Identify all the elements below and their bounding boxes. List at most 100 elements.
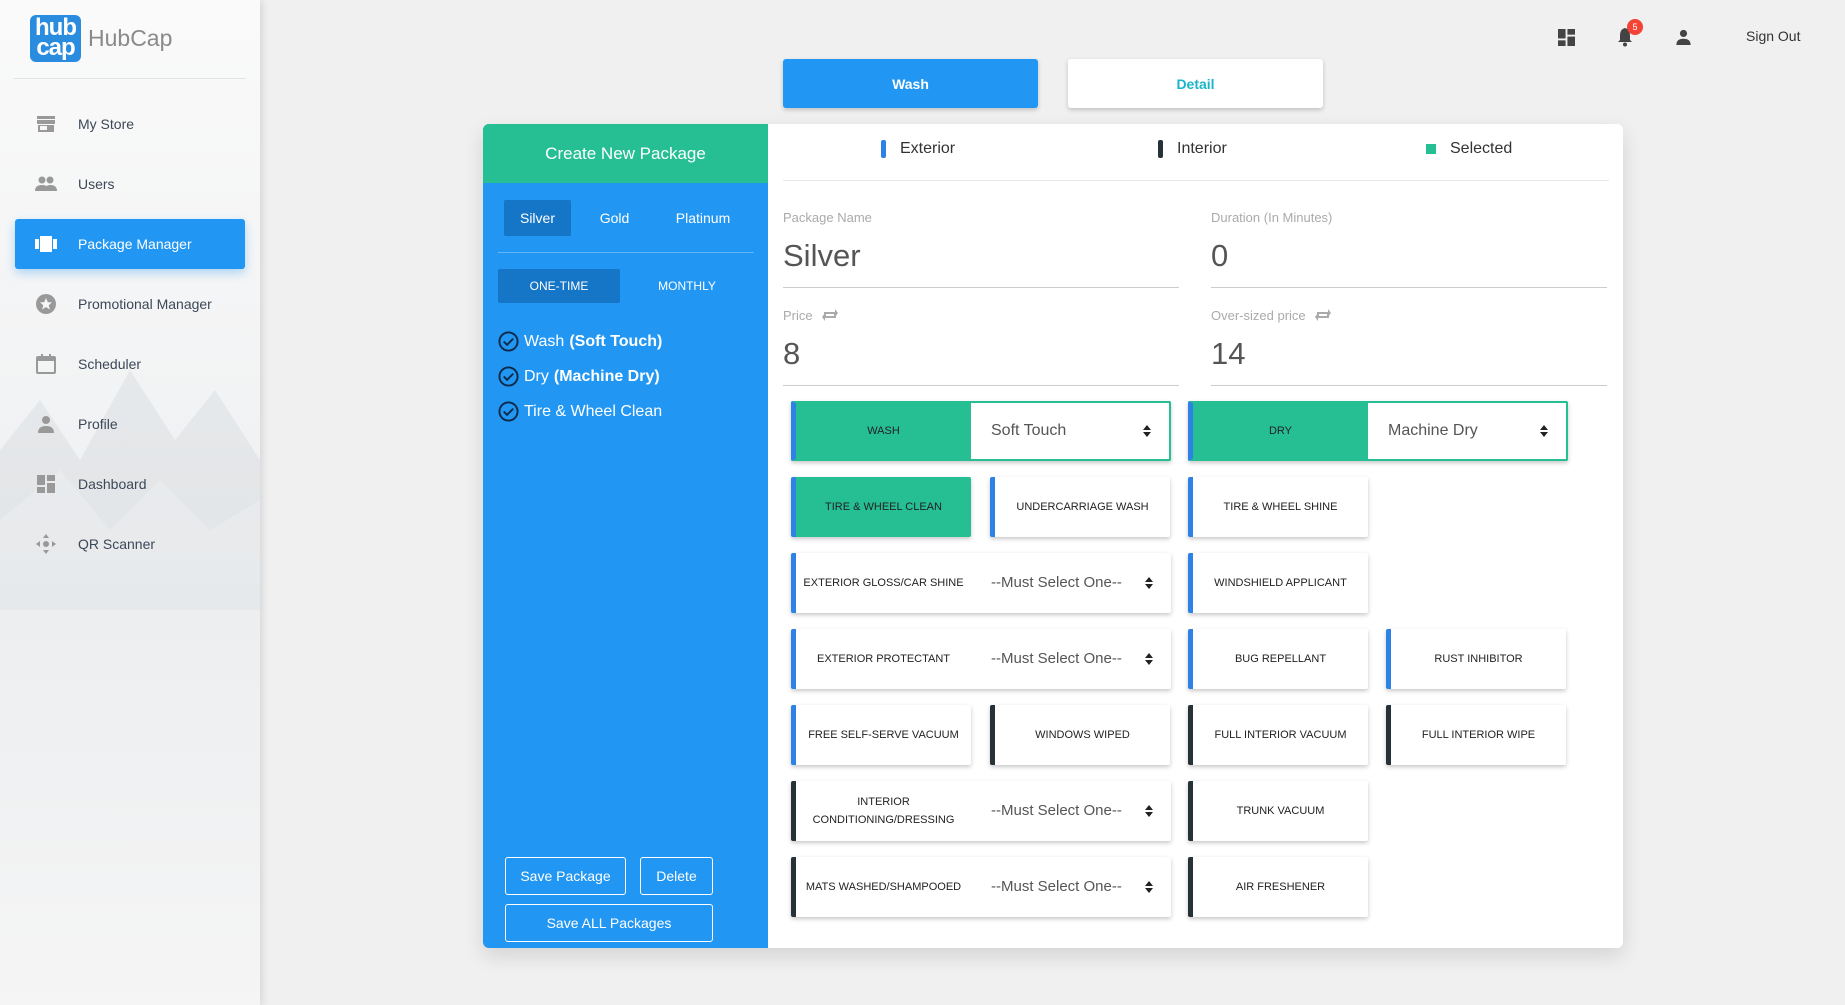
option-trunk-vacuum[interactable]: TRUNK VACUUM (1188, 781, 1368, 841)
option-rust-inhibitor[interactable]: RUST INHIBITOR (1386, 629, 1566, 689)
service-name: Dry (524, 367, 549, 385)
option-label: MATS WASHED/SHAMPOOED (805, 881, 962, 893)
save-all-packages-button[interactable]: Save ALL Packages (505, 904, 713, 942)
duration-field: Duration (In Minutes) 0 (1211, 210, 1607, 288)
sidebar-item-label: Promotional Manager (78, 296, 212, 312)
service-name: Tire & Wheel Clean (524, 402, 663, 420)
sidebar-item-promotional-manager[interactable]: Promotional Manager (15, 279, 245, 329)
price-field: Price 8 (783, 307, 1179, 386)
tier-tab-gold[interactable]: Gold (571, 200, 658, 236)
option-full-interior-vacuum[interactable]: FULL INTERIOR VACUUM (1188, 705, 1368, 765)
service-detail: (Machine Dry) (553, 367, 660, 385)
sidebar-item-users[interactable]: Users (15, 159, 245, 209)
sidebar-item-my-store[interactable]: My Store (15, 99, 245, 149)
repeat-icon[interactable] (821, 307, 839, 323)
sidebar-item-label: Package Manager (78, 236, 192, 252)
wash-select[interactable]: Soft Touch (971, 403, 1169, 459)
notifications-icon[interactable]: 5 (1613, 19, 1643, 49)
dry-select-tile[interactable]: DRY Machine Dry (1188, 401, 1568, 461)
option-interior-conditioning[interactable]: INTERIOR CONDITIONING/DRESSING --Must Se… (791, 781, 1171, 841)
sidebar-item-dashboard[interactable]: Dashboard (15, 459, 245, 509)
tier-tab-platinum[interactable]: Platinum (658, 200, 748, 236)
check-circle-icon (498, 401, 519, 422)
mats-washed-select[interactable]: --Must Select One-- (971, 857, 1171, 917)
notification-badge: 5 (1627, 19, 1643, 35)
create-package-header[interactable]: Create New Package (483, 124, 768, 183)
option-bug-repellant[interactable]: BUG REPELLANT (1188, 629, 1368, 689)
option-mats-washed[interactable]: MATS WASHED/SHAMPOOED --Must Select One-… (791, 857, 1171, 917)
sidebar-item-qr-scanner[interactable]: QR Scanner (15, 519, 245, 569)
option-exterior-protectant[interactable]: EXTERIOR PROTECTANT --Must Select One-- (791, 629, 1171, 689)
select-arrows-icon (1145, 653, 1153, 665)
service-detail: (Soft Touch) (569, 332, 663, 350)
legend-selected: Selected (1426, 140, 1512, 158)
sidebar-item-package-manager[interactable]: Package Manager (15, 219, 245, 269)
select-value: Soft Touch (991, 422, 1067, 439)
repeat-icon[interactable] (1314, 307, 1332, 323)
select-arrows-icon (1145, 881, 1153, 893)
sidebar-item-profile[interactable]: Profile (15, 399, 245, 449)
select-arrows-icon (1540, 425, 1548, 437)
tier-tabs: Silver Gold Platinum (504, 200, 748, 236)
interior-marker (1158, 140, 1163, 158)
included-services: Wash (Soft Touch) Dry (Machine Dry) Tire &… (498, 324, 662, 429)
wash-select-tile[interactable]: WASH Soft Touch (791, 401, 1171, 461)
dry-select[interactable]: Machine Dry (1368, 403, 1566, 459)
check-circle-icon (498, 331, 519, 352)
oversized-price-field: Over-sized price 14 (1211, 307, 1607, 386)
package-card: Create New Package Silver Gold Platinum … (483, 124, 1623, 948)
option-label: EXTERIOR GLOSS/CAR SHINE (803, 577, 964, 589)
option-undercarriage-wash[interactable]: UNDERCARRIAGE WASH (990, 477, 1170, 537)
tier-tab-silver[interactable]: Silver (504, 200, 571, 236)
field-label: Package Name (783, 210, 872, 225)
app-logo[interactable]: hub cap HubCap (30, 15, 172, 62)
option-windows-wiped[interactable]: WINDOWS WIPED (990, 705, 1170, 765)
option-tire-wheel-clean[interactable]: TIRE & WHEEL CLEAN (791, 477, 971, 537)
legend-exterior: Exterior (881, 140, 955, 158)
sidebar-item-label: Scheduler (78, 356, 142, 372)
option-full-interior-wipe[interactable]: FULL INTERIOR WIPE (1386, 705, 1566, 765)
duration-input[interactable]: 0 (1211, 238, 1607, 288)
sidebar-item-label: My Store (78, 116, 135, 132)
select-value: --Must Select One-- (991, 574, 1122, 591)
option-windshield-applicant[interactable]: WINDSHIELD APPLICANT (1188, 553, 1368, 613)
tab-wash[interactable]: Wash (783, 59, 1038, 108)
sign-out-link[interactable]: Sign Out (1746, 28, 1800, 44)
star-icon (34, 292, 58, 316)
check-circle-icon (498, 366, 519, 387)
option-label: DRY (1193, 403, 1368, 459)
person-icon (34, 412, 58, 436)
calendar-icon (34, 352, 58, 376)
save-package-button[interactable]: Save Package (505, 857, 626, 895)
sidebar-item-label: Dashboard (78, 476, 147, 492)
legend-divider (783, 180, 1609, 181)
legend-label: Selected (1450, 140, 1513, 157)
price-input[interactable]: 8 (783, 336, 1179, 386)
frequency-monthly[interactable]: MONTHLY (620, 269, 754, 303)
exterior-protectant-select[interactable]: --Must Select One-- (971, 629, 1171, 689)
option-tire-wheel-shine[interactable]: TIRE & WHEEL SHINE (1188, 477, 1368, 537)
select-arrows-icon (1145, 805, 1153, 817)
frequency-one-time[interactable]: ONE-TIME (498, 269, 620, 303)
panel-divider (498, 252, 754, 253)
exterior-marker (881, 140, 886, 158)
exterior-gloss-select[interactable]: --Must Select One-- (971, 553, 1171, 613)
account-icon[interactable] (1671, 25, 1695, 49)
option-free-self-serve-vacuum[interactable]: FREE SELF-SERVE VACUUM (791, 705, 971, 765)
logo-bottom: cap (36, 34, 75, 61)
option-air-freshener[interactable]: AIR FRESHENER (1188, 857, 1368, 917)
sidebar-item-scheduler[interactable]: Scheduler (15, 339, 245, 389)
dashboard-icon[interactable] (1554, 25, 1578, 49)
sidebar-divider (14, 78, 246, 79)
select-value: --Must Select One-- (991, 802, 1122, 819)
delete-button[interactable]: Delete (640, 857, 713, 895)
tab-detail[interactable]: Detail (1068, 59, 1323, 108)
package-name-input[interactable]: Silver (783, 238, 1179, 288)
users-icon (34, 172, 58, 196)
package-icon (34, 232, 58, 256)
interior-conditioning-select[interactable]: --Must Select One-- (971, 781, 1171, 841)
legend-interior: Interior (1158, 140, 1227, 158)
oversized-price-input[interactable]: 14 (1211, 336, 1607, 386)
option-exterior-gloss[interactable]: EXTERIOR GLOSS/CAR SHINE --Must Select O… (791, 553, 1171, 613)
sidebar-item-label: QR Scanner (78, 536, 156, 552)
